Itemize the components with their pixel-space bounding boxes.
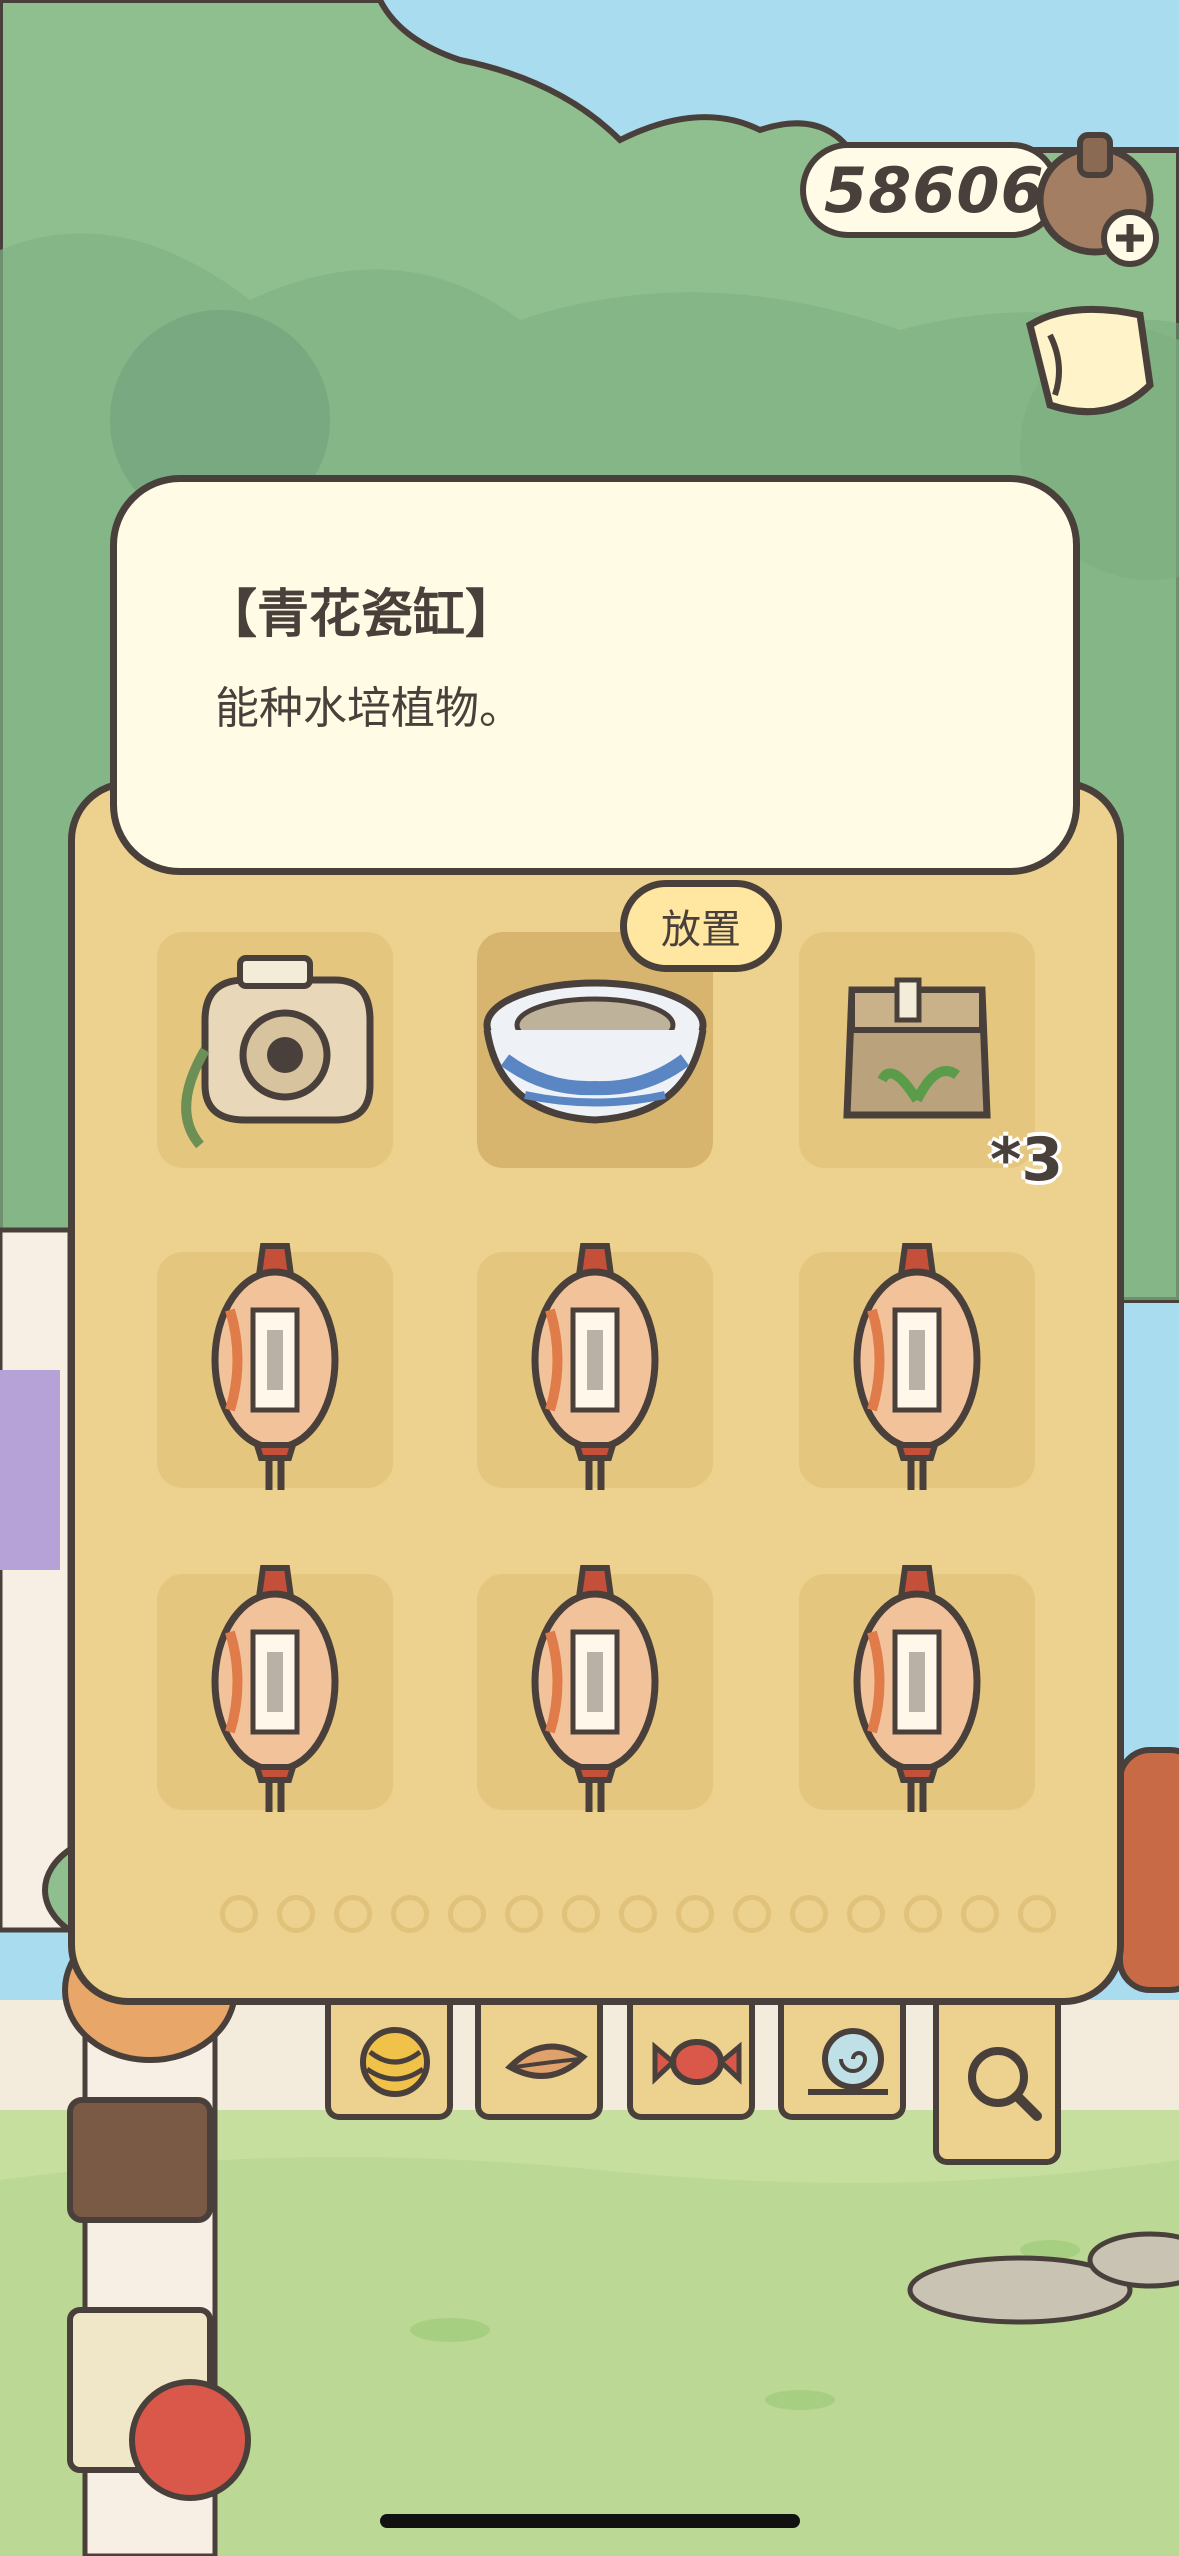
lantern-icon <box>211 1565 339 1812</box>
place-button[interactable]: 放置 <box>620 880 782 972</box>
page-indicator <box>220 1895 1100 1945</box>
tab-candy[interactable] <box>627 2005 755 2120</box>
lantern-icon <box>531 1243 659 1490</box>
camera-icon <box>181 955 374 1149</box>
inventory-slot-lantern[interactable] <box>787 1240 1047 1500</box>
page-dot[interactable] <box>676 1895 714 1933</box>
page-dot[interactable] <box>334 1895 372 1933</box>
inventory-slot-lantern[interactable] <box>145 1240 405 1500</box>
tab-leaf[interactable] <box>475 2005 603 2120</box>
page-dot[interactable] <box>904 1895 942 1933</box>
magnifier-icon <box>968 2047 1042 2121</box>
tab-search[interactable] <box>933 2005 1061 2165</box>
tab-snail[interactable] <box>778 2005 906 2120</box>
yarn-ball-icon <box>360 2027 430 2097</box>
snail-icon <box>808 2028 888 2095</box>
lantern-icon <box>853 1565 981 1812</box>
page-dot[interactable] <box>961 1895 999 1933</box>
page-dot[interactable] <box>790 1895 828 1933</box>
item-title: 【青花瓷缸】 <box>205 585 518 645</box>
page-dot[interactable] <box>847 1895 885 1933</box>
page-dot[interactable] <box>220 1895 258 1933</box>
acorn-plus-icon[interactable] <box>1035 130 1165 270</box>
currency-display: 586065 <box>800 142 1088 238</box>
inventory-slot-lantern[interactable] <box>787 1562 1047 1822</box>
leaf-icon <box>505 2043 588 2079</box>
letter-icon[interactable] <box>1010 295 1160 435</box>
page-dot[interactable] <box>505 1895 543 1933</box>
inventory-slot-camera[interactable] <box>145 920 405 1180</box>
page-dot[interactable] <box>448 1895 486 1933</box>
item-description: 能种水培植物。 <box>215 683 523 734</box>
home-indicator[interactable] <box>380 2514 800 2528</box>
page-dot[interactable] <box>1018 1895 1056 1933</box>
inventory-slot-lantern[interactable] <box>465 1562 725 1822</box>
lantern-icon <box>211 1243 339 1490</box>
lantern-icon <box>853 1243 981 1490</box>
page-dot[interactable] <box>562 1895 600 1933</box>
item-detail-card: 【青花瓷缸】 能种水培植物。 <box>110 475 1080 875</box>
tab-yarn[interactable] <box>325 2005 453 2120</box>
page-dot[interactable] <box>619 1895 657 1933</box>
candy-icon <box>652 2039 742 2085</box>
page-dot[interactable] <box>733 1895 771 1933</box>
page-dot[interactable] <box>277 1895 315 1933</box>
seed-bag-count: *3 <box>990 1125 1064 1195</box>
inventory-slot-lantern[interactable] <box>465 1240 725 1500</box>
inventory-slot-lantern[interactable] <box>145 1562 405 1822</box>
lantern-icon <box>531 1565 659 1812</box>
page-dot[interactable] <box>391 1895 429 1933</box>
